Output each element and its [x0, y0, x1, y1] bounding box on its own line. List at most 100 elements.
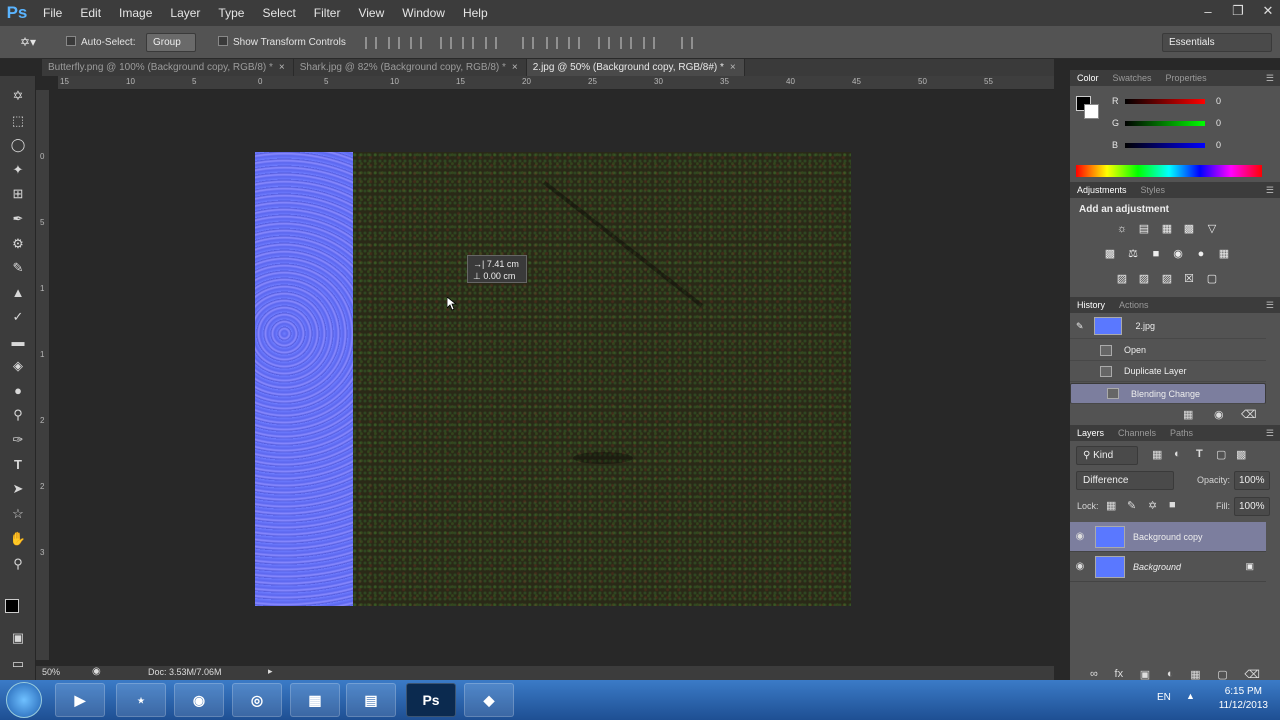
channel-mixer-icon[interactable]: ● — [1194, 248, 1208, 260]
align-vcenter-icon[interactable] — [388, 37, 400, 49]
stamp-tool-icon[interactable]: ▲ — [9, 285, 27, 301]
layer-row[interactable]: ◉ Background copy — [1070, 522, 1266, 552]
align-right-icon[interactable] — [485, 37, 497, 49]
selective-color-icon[interactable]: ☒ — [1182, 273, 1196, 285]
document-canvas[interactable] — [255, 152, 851, 606]
history-item[interactable]: Duplicate Layer — [1070, 361, 1266, 382]
menu-file[interactable]: File — [34, 0, 71, 26]
layer-filter-kind[interactable]: ⚲ Kind — [1076, 446, 1138, 465]
tab-history[interactable]: History — [1070, 300, 1112, 310]
menu-edit[interactable]: Edit — [71, 0, 110, 26]
status-info-icon[interactable]: ◉ — [92, 666, 101, 677]
panel-menu-icon[interactable]: ☰ — [1266, 428, 1274, 439]
align-top-icon[interactable] — [365, 37, 377, 49]
workspace-dropdown[interactable]: Essentials — [1162, 33, 1272, 52]
shape-tool-icon[interactable]: ☆ — [9, 506, 27, 522]
tab-channels[interactable]: Channels — [1111, 428, 1163, 438]
panel-menu-icon[interactable]: ☰ — [1266, 300, 1274, 311]
hue-saturation-icon[interactable]: ▩ — [1103, 248, 1117, 260]
taskbar-visual-studio-icon[interactable]: ⋆ — [116, 683, 166, 717]
marquee-tool-icon[interactable]: ⬚ — [9, 113, 27, 129]
taskbar-photoshop-icon[interactable]: Ps — [406, 683, 456, 717]
menu-filter[interactable]: Filter — [305, 0, 350, 26]
distribute-hcenter-icon[interactable] — [620, 37, 632, 49]
menu-type[interactable]: Type — [209, 0, 253, 26]
menu-image[interactable]: Image — [110, 0, 161, 26]
red-track[interactable] — [1125, 99, 1205, 104]
auto-select-checkbox[interactable]: Auto-Select: — [66, 36, 135, 48]
close-icon[interactable]: × — [279, 62, 285, 73]
menu-view[interactable]: View — [349, 0, 393, 26]
exposure-icon[interactable]: ▩ — [1182, 223, 1196, 235]
quick-select-tool-icon[interactable]: ✦ — [9, 162, 27, 178]
filter-type-icon[interactable]: T — [1196, 448, 1203, 460]
red-slider[interactable]: R 0 — [1080, 94, 1270, 112]
screen-mode-icon[interactable]: ▭ — [9, 656, 27, 672]
close-icon[interactable]: × — [512, 62, 518, 73]
language-indicator[interactable]: EN — [1157, 692, 1171, 703]
tab-swatches[interactable]: Swatches — [1106, 73, 1159, 83]
taskbar-chrome-icon[interactable]: ◎ — [232, 683, 282, 717]
align-hcenter-icon[interactable] — [462, 37, 474, 49]
pen-tool-icon[interactable]: ✑ — [9, 432, 27, 448]
taskbar-firefox-icon[interactable]: ◉ — [174, 683, 224, 717]
blue-slider[interactable]: B 0 — [1080, 138, 1270, 156]
move-tool-icon[interactable]: ✡▾ — [20, 35, 36, 49]
foreground-color-swatch[interactable] — [5, 599, 19, 613]
blur-tool-icon[interactable]: ● — [9, 383, 27, 399]
quick-mask-icon[interactable]: ▣ — [9, 630, 27, 646]
color-balance-icon[interactable]: ⚖ — [1126, 248, 1140, 260]
path-select-icon[interactable]: ➤ — [9, 481, 27, 497]
curves-icon[interactable]: ▦ — [1160, 223, 1174, 235]
filter-pixel-icon[interactable]: ▦ — [1152, 448, 1162, 461]
filter-shape-icon[interactable]: ▢ — [1216, 448, 1226, 461]
lock-position-icon[interactable]: ✡ — [1148, 499, 1157, 512]
taskbar-app-icon[interactable]: ▦ — [290, 683, 340, 717]
close-button[interactable]: ✕ — [1262, 3, 1274, 19]
move-tool-icon[interactable]: ✡ — [9, 88, 27, 104]
paint-bucket-icon[interactable]: ◈ — [9, 358, 27, 374]
start-button[interactable] — [6, 682, 42, 718]
color-spectrum-ramp[interactable] — [1076, 165, 1262, 177]
close-icon[interactable]: × — [730, 62, 736, 73]
brightness-icon[interactable]: ☼ — [1115, 223, 1129, 235]
blue-track[interactable] — [1125, 143, 1205, 148]
green-value[interactable]: 0 — [1216, 118, 1221, 128]
menu-help[interactable]: Help — [454, 0, 497, 26]
taskbar-clock[interactable]: 6:15 PM 11/12/2013 — [1219, 685, 1268, 713]
tab-layers[interactable]: Layers — [1070, 428, 1111, 438]
history-brush-source-icon[interactable]: ✎ — [1076, 321, 1084, 332]
tab-paths[interactable]: Paths — [1163, 428, 1200, 438]
layer-name[interactable]: Background copy — [1133, 532, 1203, 542]
photo-filter-icon[interactable]: ◉ — [1171, 248, 1185, 260]
distribute-bottom-icon[interactable] — [568, 37, 580, 49]
lock-all-icon[interactable]: ■ — [1169, 499, 1176, 511]
taskbar-network-app-icon[interactable]: ◆ — [464, 683, 514, 717]
green-slider[interactable]: G 0 — [1080, 116, 1270, 134]
snapshot-camera-icon[interactable]: ◉ — [1214, 408, 1224, 421]
history-item[interactable]: Blending Change — [1070, 383, 1266, 404]
taskbar-explorer-icon[interactable]: ▤ — [346, 683, 396, 717]
crop-tool-icon[interactable]: ⊞ — [9, 186, 27, 202]
healing-brush-icon[interactable]: ⚙ — [9, 236, 27, 252]
history-brush-icon[interactable]: ✓ — [9, 309, 27, 325]
maximize-button[interactable]: ❐ — [1232, 3, 1244, 19]
lock-transparency-icon[interactable]: ▦ — [1106, 499, 1116, 512]
eraser-tool-icon[interactable]: ▬ — [9, 334, 27, 350]
lock-pixels-icon[interactable]: ✎ — [1127, 499, 1136, 512]
taskbar-media-player-icon[interactable]: ▶ — [55, 683, 105, 717]
hand-tool-icon[interactable]: ✋ — [9, 531, 27, 547]
levels-icon[interactable]: ▤ — [1137, 223, 1151, 235]
tab-butterfly[interactable]: Butterfly.png @ 100% (Background copy, R… — [42, 59, 294, 76]
layer-name[interactable]: Background — [1133, 562, 1245, 572]
opacity-input[interactable]: 100% — [1234, 471, 1270, 490]
color-lookup-icon[interactable]: ▦ — [1217, 248, 1231, 260]
history-item[interactable]: Open — [1070, 340, 1266, 361]
new-document-from-state-icon[interactable]: ▦ — [1183, 408, 1193, 421]
zoom-level[interactable]: 50% — [42, 667, 60, 677]
status-menu-arrow-icon[interactable]: ▸ — [268, 666, 273, 677]
show-transform-checkbox[interactable]: Show Transform Controls — [218, 36, 346, 48]
zoom-tool-icon[interactable]: ⚲ — [9, 556, 27, 572]
auto-select-target-dropdown[interactable]: Group — [146, 33, 196, 52]
visibility-eye-icon[interactable]: ◉ — [1070, 561, 1090, 572]
